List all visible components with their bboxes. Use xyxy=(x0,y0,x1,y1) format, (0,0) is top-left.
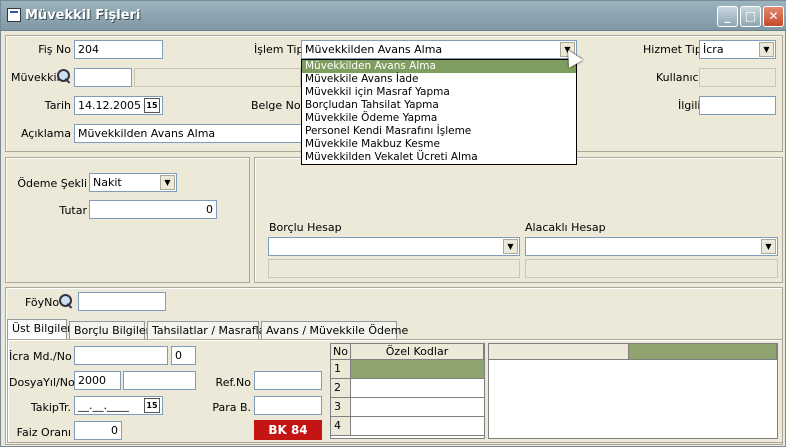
dropdown-option[interactable]: Müvekkile Avans İade xyxy=(302,73,576,86)
dropdown-option[interactable]: Müvekkile Makbuz Kesme xyxy=(302,138,576,151)
islem-tipi-select[interactable]: Müvekkilden Avans Alma ▼ xyxy=(301,40,577,59)
detail-grid-header-selected[interactable] xyxy=(629,344,777,360)
tutar-label: Tutar xyxy=(59,204,87,217)
borclu-hesap-name-field xyxy=(268,259,520,278)
alacakli-hesap-label: Alacaklı Hesap xyxy=(525,221,606,234)
row-number[interactable]: 3 xyxy=(331,398,351,417)
dropdown-option[interactable]: Müvekkilden Avans Alma xyxy=(302,60,576,73)
para-b-input[interactable] xyxy=(254,396,322,415)
dropdown-option[interactable]: Personel Kendi Masrafını İşleme xyxy=(302,125,576,138)
minimize-button[interactable]: _ xyxy=(717,6,738,27)
foy-no-input[interactable] xyxy=(78,292,166,311)
foy-no-label: FöyNo xyxy=(25,296,60,309)
tab-avans-muvekkile-odeme[interactable]: Avans / Müvekkile Ödeme xyxy=(261,321,408,339)
faiz-orani-label: Faiz Oranı xyxy=(16,426,71,439)
chevron-down-icon[interactable]: ▼ xyxy=(160,175,175,190)
tab-borclu-bilgileri[interactable]: Borçlu Bilgileri xyxy=(69,321,153,339)
detail-grid-header[interactable] xyxy=(489,344,629,360)
alacakli-hesap-select[interactable]: ▼ xyxy=(525,237,778,256)
dropdown-option[interactable]: Müvekkilden Vekalet Ücreti Alma xyxy=(302,151,576,164)
alacakli-hesap-name-field xyxy=(525,259,778,278)
dropdown-option[interactable]: Müvekkile Ödeme Yapma xyxy=(302,112,576,125)
window-title: Müvekkil Fişleri xyxy=(25,8,141,23)
ilgili-label: İlgili xyxy=(678,99,701,112)
chevron-down-icon[interactable]: ▼ xyxy=(759,42,774,57)
para-b-label: Para B. xyxy=(212,401,251,414)
bk-badge: BK 84 xyxy=(254,420,322,440)
muvekkil-label: Müvekkil xyxy=(11,71,60,84)
close-button[interactable]: ✕ xyxy=(763,6,784,27)
tarih-input[interactable]: 14.12.2005 15 xyxy=(74,96,163,115)
hizmet-tipi-select[interactable]: İcra ▼ xyxy=(699,40,776,59)
tab-ust-bilgiler[interactable]: Üst Bilgiler xyxy=(7,319,72,340)
fis-no-input[interactable]: 204 xyxy=(74,40,163,59)
odeme-sekli-select[interactable]: Nakit ▼ xyxy=(89,173,177,192)
islem-tipi-label: İşlem Tipi xyxy=(254,43,307,56)
chevron-down-icon[interactable]: ▼ xyxy=(503,239,518,254)
aciklama-label: Açıklama xyxy=(20,127,71,140)
kullanici-label: Kullanıcı xyxy=(656,71,702,84)
table-row[interactable] xyxy=(351,360,484,379)
odeme-sekli-value: Nakit xyxy=(93,176,122,189)
table-row[interactable] xyxy=(351,417,484,436)
kullanici-field xyxy=(699,68,776,87)
detail-grid[interactable] xyxy=(488,343,778,439)
takip-tr-input[interactable]: __.__.____ 15 xyxy=(74,396,163,415)
islem-tipi-dropdown-list[interactable]: Müvekkilden Avans Alma Müvekkile Avans İ… xyxy=(301,59,577,165)
icra-md-label: İcra Md./No xyxy=(9,350,72,363)
calendar-icon[interactable]: 15 xyxy=(144,398,160,413)
chevron-down-icon[interactable]: ▼ xyxy=(761,239,776,254)
islem-tipi-value: Müvekkilden Avans Alma xyxy=(305,43,443,56)
borclu-hesap-label: Borçlu Hesap xyxy=(269,221,342,234)
belge-no-label: Belge No xyxy=(251,99,301,112)
col-ozel-kodlar-header[interactable]: Özel Kodlar xyxy=(351,344,484,360)
muvekkil-code-input[interactable] xyxy=(74,68,132,87)
faiz-orani-input[interactable]: 0 xyxy=(74,421,122,440)
ref-no-label: Ref.No xyxy=(215,376,251,389)
odeme-sekli-label: Ödeme Şekli xyxy=(17,177,87,190)
dosya-no-input[interactable] xyxy=(123,371,196,390)
tarih-value: 14.12.2005 xyxy=(78,99,141,112)
aciklama-input[interactable]: Müvekkilden Avans Alma xyxy=(74,124,302,143)
title-bar[interactable]: Müvekkil Fişleri _ □ ✕ xyxy=(1,1,786,31)
dosya-yil-label: DosyaYıl/No xyxy=(9,376,75,389)
codes-grid[interactable]: No Özel Kodlar 1 2 3 4 xyxy=(330,343,485,439)
tab-tahsilatlar-masraflar[interactable]: Tahsilatlar / Masraflar xyxy=(147,321,270,339)
col-no-header[interactable]: No xyxy=(331,344,351,360)
row-number[interactable]: 1 xyxy=(331,360,351,379)
table-row[interactable] xyxy=(351,379,484,398)
main-window: Müvekkil Fişleri _ □ ✕ Fiş No 204 İşlem … xyxy=(0,0,786,447)
icra-md-input[interactable] xyxy=(74,346,168,365)
search-icon[interactable] xyxy=(57,69,71,83)
row-number[interactable]: 4 xyxy=(331,417,351,436)
tarih-label: Tarih xyxy=(44,99,71,112)
fis-no-label: Fiş No xyxy=(38,43,71,56)
dropdown-option[interactable]: Müvekkil için Masraf Yapma xyxy=(302,86,576,99)
tutar-input[interactable]: 0 xyxy=(89,200,217,219)
takip-tr-value: __.__.____ xyxy=(78,399,129,412)
dropdown-option[interactable]: Borçludan Tahsilat Yapma xyxy=(302,99,576,112)
search-icon[interactable] xyxy=(59,294,73,308)
ilgili-input[interactable] xyxy=(699,96,776,115)
hizmet-tipi-label: Hizmet Tipi xyxy=(643,43,705,56)
hizmet-tipi-value: İcra xyxy=(703,43,724,56)
maximize-button[interactable]: □ xyxy=(740,6,761,27)
app-icon xyxy=(7,8,21,22)
borclu-hesap-select[interactable]: ▼ xyxy=(268,237,520,256)
ref-no-input[interactable] xyxy=(254,371,322,390)
calendar-icon[interactable]: 15 xyxy=(144,98,160,113)
muvekkil-name-field xyxy=(134,68,301,87)
dosya-yil-input[interactable]: 2000 xyxy=(74,371,121,390)
row-number[interactable]: 2 xyxy=(331,379,351,398)
icra-no-input[interactable]: 0 xyxy=(171,346,196,365)
takip-tr-label: TakipTr. xyxy=(30,401,71,414)
table-row[interactable] xyxy=(351,398,484,417)
